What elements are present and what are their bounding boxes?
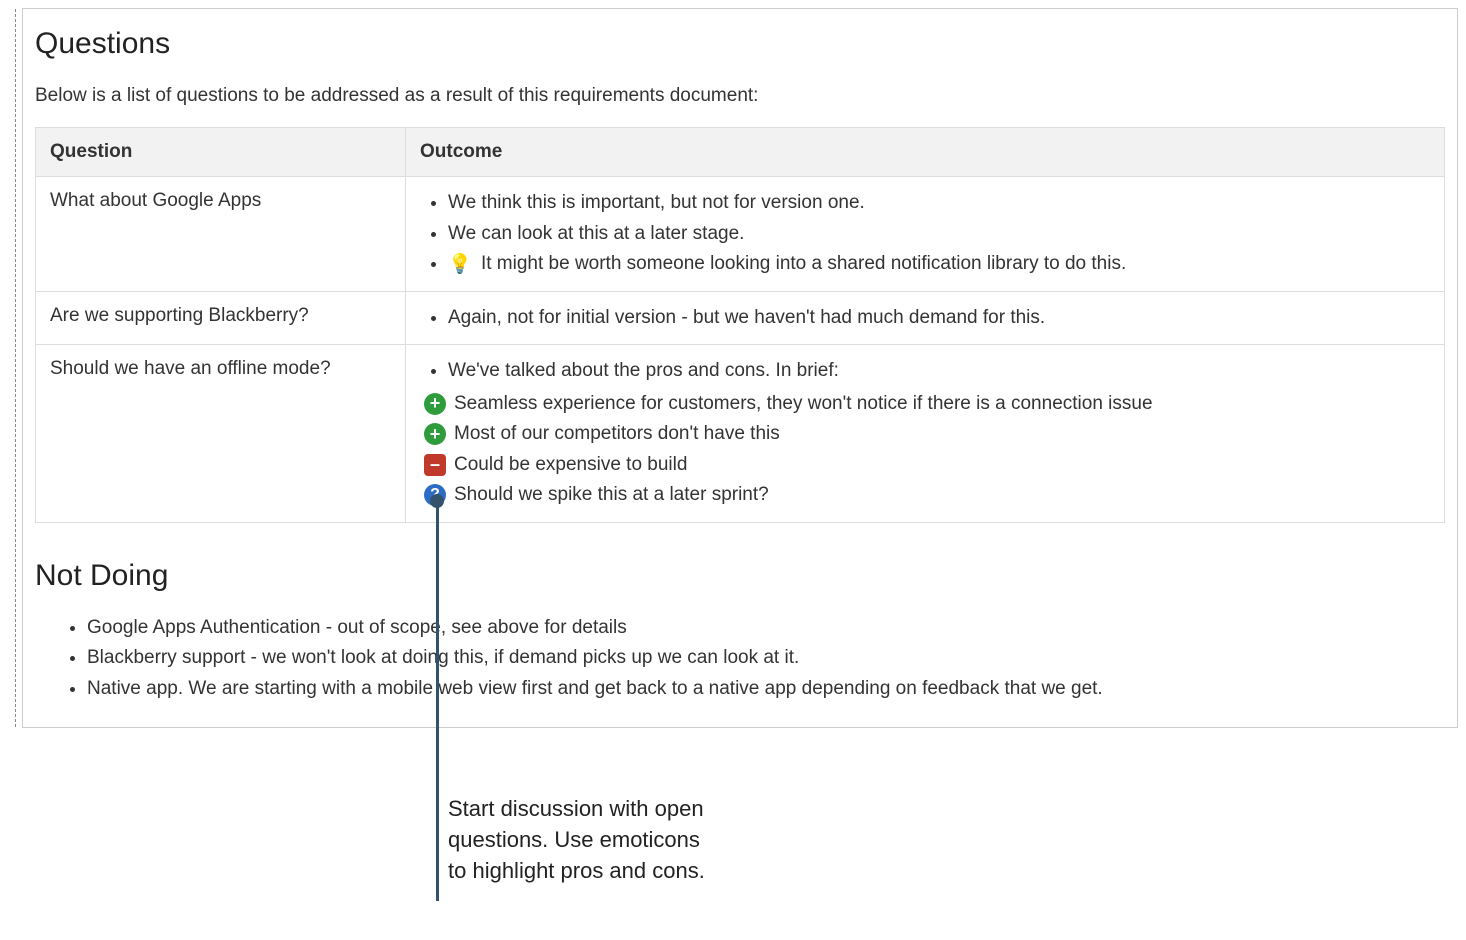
list-item: Again, not for initial version - but we … <box>448 304 1430 333</box>
list-item: ? Should we spike this at a later sprint… <box>424 481 1430 510</box>
callout-line2: questions. Use emoticons <box>448 827 700 852</box>
outcome-cell: We think this is important, but not for … <box>406 177 1445 292</box>
outcome-cell: We've talked about the pros and cons. In… <box>406 345 1445 523</box>
list-item-text: Seamless experience for customers, they … <box>454 390 1153 419</box>
list-item: We think this is important, but not for … <box>448 189 1430 218</box>
question-icon: ? <box>424 484 446 506</box>
questions-intro: Below is a list of questions to be addre… <box>35 82 1445 111</box>
plus-icon: + <box>424 393 446 415</box>
list-item-text: Should we spike this at a later sprint? <box>454 481 769 510</box>
list-item: 💡 It might be worth someone looking into… <box>448 250 1430 279</box>
lightbulb-icon: 💡 <box>448 251 472 280</box>
list-item: Native app. We are starting with a mobil… <box>87 675 1445 704</box>
list-item-text: Could be expensive to build <box>454 451 687 480</box>
not-doing-heading: Not Doing <box>35 553 1445 598</box>
list-item-text: It might be worth someone looking into a… <box>481 253 1126 274</box>
minus-icon: – <box>424 454 446 476</box>
question-cell: What about Google Apps <box>36 177 406 292</box>
table-row: Are we supporting Blackberry? Again, not… <box>36 291 1445 345</box>
list-item: Blackberry support - we won't look at do… <box>87 644 1445 673</box>
list-item: + Most of our competitors don't have thi… <box>424 420 1430 449</box>
list-item: We've talked about the pros and cons. In… <box>448 357 1430 386</box>
plus-icon: + <box>424 423 446 445</box>
list-item-text: Most of our competitors don't have this <box>454 420 780 449</box>
column-header-outcome: Outcome <box>406 127 1445 177</box>
page: Questions Below is a list of questions t… <box>0 8 1466 728</box>
questions-table: Question Outcome What about Google Apps … <box>35 127 1445 523</box>
list-item: + Seamless experience for customers, the… <box>424 390 1430 419</box>
table-row: Should we have an offline mode? We've ta… <box>36 345 1445 523</box>
question-cell: Are we supporting Blackberry? <box>36 291 406 345</box>
list-item: Google Apps Authentication - out of scop… <box>87 614 1445 643</box>
callout-line1: Start discussion with open <box>448 796 704 821</box>
question-cell: Should we have an offline mode? <box>36 345 406 523</box>
list-item: – Could be expensive to build <box>424 451 1430 480</box>
not-doing-list: Google Apps Authentication - out of scop… <box>35 614 1445 704</box>
questions-heading: Questions <box>35 21 1445 66</box>
guide-line <box>15 9 16 727</box>
list-item: We can look at this at a later stage. <box>448 220 1430 249</box>
callout-line3: to highlight pros and cons. <box>448 858 705 883</box>
column-header-question: Question <box>36 127 406 177</box>
table-row: What about Google Apps We think this is … <box>36 177 1445 292</box>
callout-text: Start discussion with open questions. Us… <box>448 794 788 886</box>
outcome-cell: Again, not for initial version - but we … <box>406 291 1445 345</box>
content-frame: Questions Below is a list of questions t… <box>22 8 1458 728</box>
